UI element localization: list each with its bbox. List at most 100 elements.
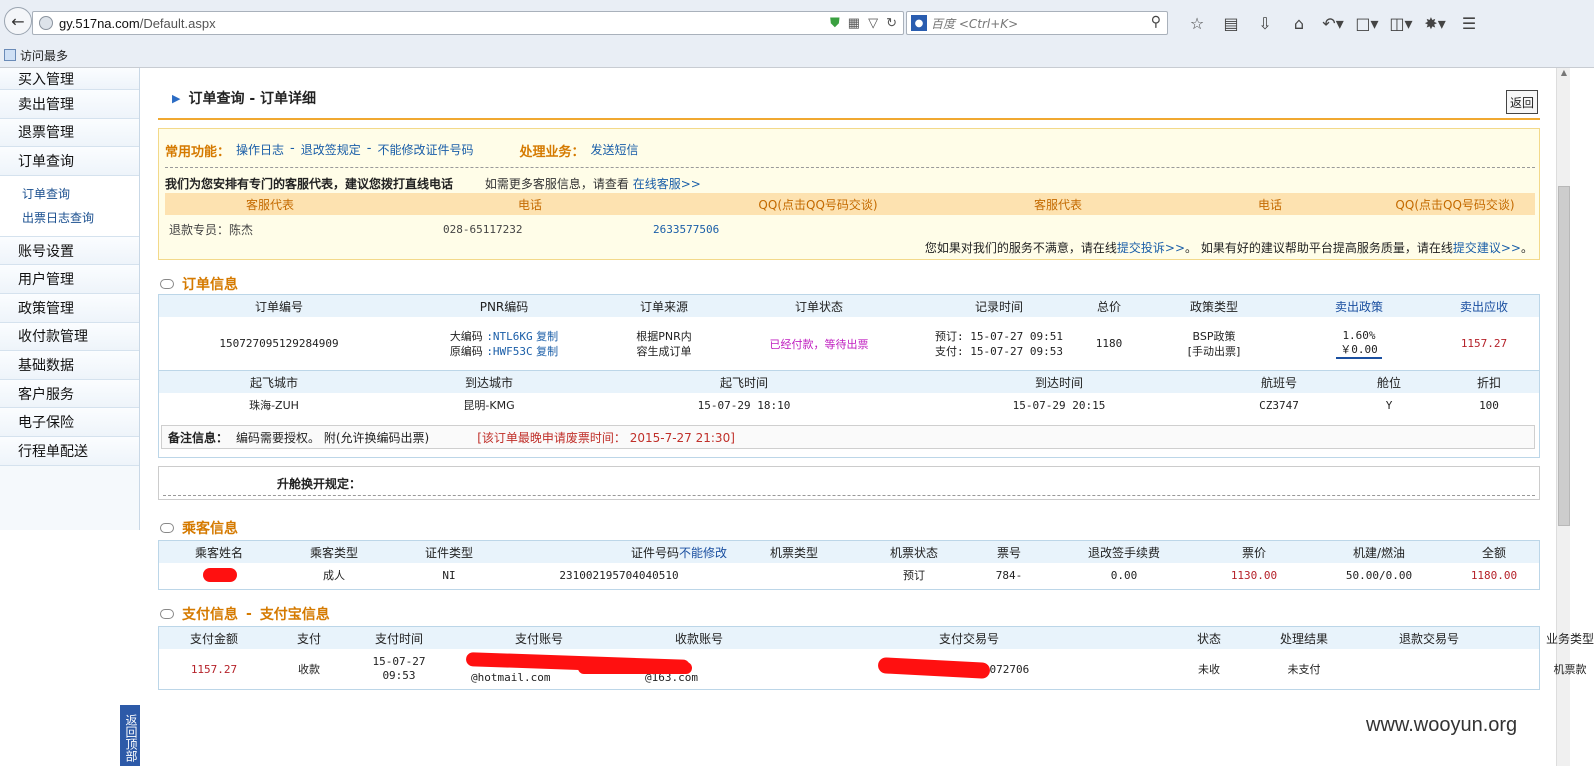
- address-bar[interactable]: gy.517na.com /Default.aspx ⛊ ▦ ▽ ↻: [32, 11, 904, 35]
- book-time: 预订: 15-07-27 09:51: [935, 329, 1063, 343]
- order-no: 150727095129284909: [219, 337, 339, 350]
- search-icon[interactable]: ⚲: [1151, 14, 1161, 30]
- redaction-mark: [578, 662, 692, 674]
- dropdown-icon[interactable]: ▽: [868, 15, 878, 31]
- sidebar-item-order-query[interactable]: 订单查询: [0, 147, 139, 176]
- copy-pnr-orig-button[interactable]: 复制: [536, 345, 558, 358]
- cs-table-header: 客服代表 电话 QQ(点击QQ号码交谈) 客服代表 电话 QQ(点击QQ号码交谈…: [165, 193, 1535, 215]
- back-to-top-button[interactable]: 返回顶部: [120, 705, 140, 766]
- sidebar-item-itinerary[interactable]: 行程单配送: [0, 436, 139, 466]
- menu-icon[interactable]: ☰: [1452, 14, 1486, 33]
- col-policy-type: 政策类型: [1189, 299, 1238, 314]
- title-separator: -: [246, 606, 252, 622]
- order-source-line2: 容生成订单: [636, 344, 692, 358]
- complaint-end: 。: [1520, 241, 1533, 255]
- payment-info-title: 支付信息 - 支付宝信息: [160, 604, 330, 624]
- sidebar-item-policy[interactable]: 政策管理: [0, 293, 139, 323]
- sell-policy-amount[interactable]: ￥0.00: [1336, 343, 1382, 359]
- back-arrow-icon[interactable]: ←: [4, 7, 32, 35]
- functions-panel: 常用功能： 操作日志 - 退改签规定 - 不能修改证件号码 处理业务： 发送短信…: [158, 128, 1540, 260]
- extension-icon[interactable]: ✸▾: [1418, 14, 1452, 33]
- id-type: NI: [442, 568, 456, 582]
- url-path: /Default.aspx: [139, 15, 216, 31]
- operation-log-link[interactable]: 操作日志: [236, 141, 284, 160]
- pay-time: 支付: 15-07-27 09:53: [935, 344, 1063, 358]
- pay-time-clock: 09:53: [382, 669, 416, 682]
- cs-qq-link[interactable]: 2633577506: [653, 223, 719, 236]
- col-pay: 支付: [296, 631, 321, 646]
- payment-info-title-text: 支付信息: [182, 607, 238, 623]
- dashed-divider: [163, 495, 1535, 496]
- sidebar-subitem-ticket-log[interactable]: 出票日志查询: [22, 206, 139, 230]
- remark-box: 备注信息： 编码需要授权。 附(允许换编码出票) [该订单最晚申请废票时间： 2…: [161, 425, 1535, 449]
- send-sms-link[interactable]: 发送短信: [590, 141, 638, 160]
- id-not-editable-link[interactable]: 不能修改证件号码: [377, 141, 473, 160]
- sidebar-item-account[interactable]: 账号设置: [0, 236, 139, 266]
- sidebar-item-users[interactable]: 用户管理: [0, 265, 139, 294]
- search-input[interactable]: ● 百度 <Ctrl+K> ⚲: [906, 11, 1168, 35]
- shield-icon[interactable]: ⛊: [830, 15, 840, 31]
- order-table-header: 订单编号 PNR编码 订单来源 订单状态 记录时间 总价 政策类型 卖出政策 卖…: [159, 295, 1539, 317]
- sidebar-subitem-order-query[interactable]: 订单查询: [22, 182, 139, 206]
- online-service-link[interactable]: 在线客服>>: [633, 177, 701, 191]
- sidebar-item-payments[interactable]: 收付款管理: [0, 322, 139, 352]
- passenger-table: 乘客姓名 乘客类型 证件类型 证件号码 不能修改 机票类型 机票状态 票号 退改…: [158, 540, 1540, 590]
- return-button[interactable]: 返回: [1506, 90, 1538, 114]
- pnr-codes: 大编码 :NTL6KG 复制 原编码 :HWF53C 复制: [399, 329, 609, 359]
- remark-text: 编码需要授权。 附(允许换编码出票): [236, 430, 430, 445]
- pay-result: 未支付: [1287, 663, 1321, 676]
- arr-city: 昆明-KMG: [463, 399, 515, 412]
- pnr-big-label: 大编码: [449, 329, 483, 343]
- sidebar-item-base-data[interactable]: 基础数据: [0, 351, 139, 380]
- flight-row: 珠海-ZUH 昆明-KMG 15-07-29 18:10 15-07-29 20…: [159, 393, 1539, 417]
- cs-note-text: 我们为您安排有专门的客服代表，建议您拨打直线电话: [165, 177, 454, 191]
- cs-col-rep-2: 客服代表: [1033, 197, 1082, 212]
- download-icon[interactable]: ⇩: [1248, 14, 1282, 33]
- amount: 1180.00: [1470, 568, 1518, 582]
- change-fee: 0.00: [1110, 568, 1138, 582]
- pnr-big-code: :NTL6KG: [486, 329, 533, 343]
- crop-icon[interactable]: □▾: [1350, 14, 1384, 33]
- customer-service-note: 我们为您安排有专门的客服代表，建议您拨打直线电话 如需更多客服信息，请查看 在线…: [165, 175, 701, 192]
- separator: -: [290, 141, 295, 156]
- star-icon[interactable]: ☆: [1180, 14, 1214, 33]
- scroll-up-icon[interactable]: ▲: [1557, 68, 1571, 82]
- baidu-paw-icon[interactable]: ●: [911, 15, 927, 31]
- bookmark-most-visited[interactable]: 访问最多: [20, 47, 68, 64]
- sidebar-item-customer-service[interactable]: 客户服务: [0, 379, 139, 409]
- col-pay-account: 支付账号: [514, 631, 563, 646]
- submit-suggestion-link[interactable]: 提交建议>>: [1453, 241, 1521, 255]
- page-icon[interactable]: ◫▾: [1384, 14, 1418, 33]
- col-total: 总价: [1096, 299, 1121, 314]
- cs-col-qq-2: QQ(点击QQ号码交谈): [1395, 197, 1515, 212]
- sidebar-item-insurance[interactable]: 电子保险: [0, 408, 139, 437]
- col-pay-time: 支付时间: [374, 631, 423, 646]
- col-not-editable[interactable]: 不能修改: [679, 544, 729, 561]
- col-pax-name: 乘客姓名: [194, 545, 243, 560]
- dashed-divider: [165, 167, 1535, 168]
- globe-icon: [39, 16, 53, 30]
- scroll-thumb[interactable]: [1558, 186, 1570, 526]
- sidebar-item-sell[interactable]: 卖出管理: [0, 90, 139, 119]
- pnr-orig-label: 原编码: [449, 344, 483, 358]
- home-icon[interactable]: ⌂: [1282, 14, 1316, 33]
- col-amount: 全额: [1481, 545, 1506, 560]
- order-info-title: 订单信息: [160, 274, 238, 294]
- copy-pnr-big-button[interactable]: 复制: [536, 330, 558, 343]
- pay-type: 收款: [298, 663, 320, 676]
- tax: 50.00/0.00: [1345, 568, 1413, 582]
- cs-col-phone: 电话: [517, 197, 542, 212]
- url-icons: ⛊ ▦ ▽ ↻: [830, 15, 897, 31]
- sidebar-item-buy[interactable]: 买入管理: [0, 68, 139, 90]
- refund-rules-link[interactable]: 退改签规定: [301, 141, 361, 160]
- submit-complaint-link[interactable]: 提交投诉>>: [1117, 241, 1185, 255]
- reload-icon[interactable]: ↻: [886, 15, 897, 31]
- cs-rep: 退款专员：陈杰: [169, 222, 254, 237]
- undo-icon[interactable]: ↶▾: [1316, 14, 1350, 33]
- reading-list-icon[interactable]: ▤: [1214, 14, 1248, 33]
- sidebar: 买入管理 卖出管理 退票管理 订单查询 订单查询 出票日志查询 账号设置 用户管…: [0, 68, 140, 530]
- qr-code-icon[interactable]: ▦: [848, 15, 860, 31]
- sidebar-item-refund[interactable]: 退票管理: [0, 118, 139, 148]
- watermark: www.wooyun.org: [1366, 714, 1518, 736]
- nav-bar: ← gy.517na.com /Default.aspx ⛊ ▦ ▽ ↻ ● 百…: [0, 4, 1594, 40]
